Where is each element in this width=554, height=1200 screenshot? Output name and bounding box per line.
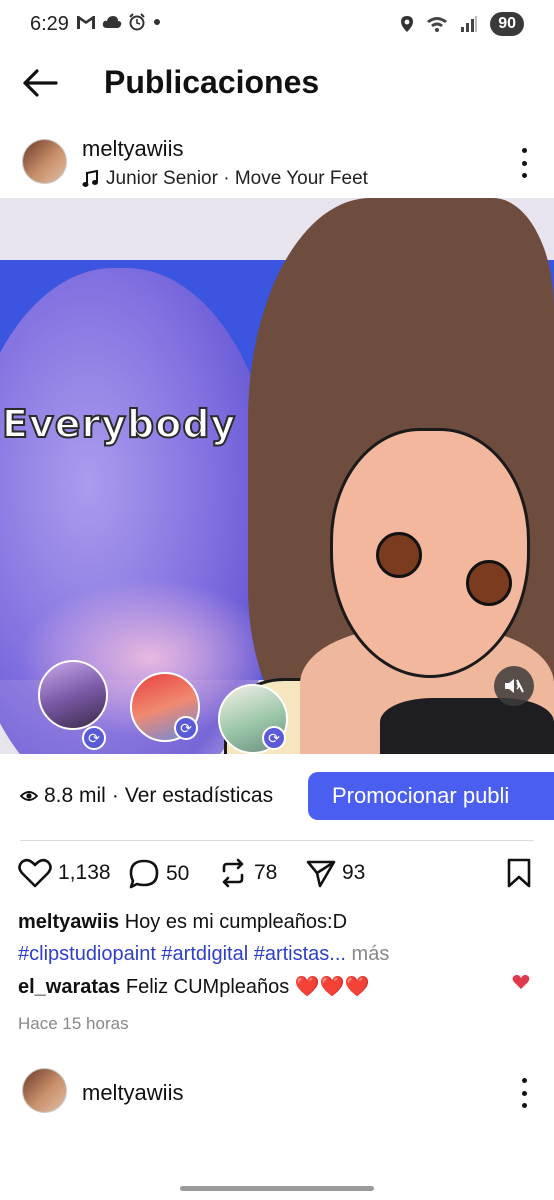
collaborator-avatar[interactable] (38, 660, 108, 730)
caption-text: Hoy es mi cumpleaños:D (124, 911, 348, 933)
comment-text: Feliz CUMpleaños (125, 976, 290, 998)
next-post-avatar[interactable] (22, 1068, 67, 1113)
share-button[interactable]: 93 (306, 858, 365, 888)
alarm-icon (129, 13, 145, 31)
repost-count: 78 (254, 861, 278, 884)
view-count: 8.8 mil (44, 784, 106, 807)
promote-post-button[interactable]: Promocionar publi (308, 772, 554, 820)
arrow-left-icon (23, 69, 58, 97)
post-caption: meltyawiis Hoy es mi cumpleaños:D #clips… (18, 906, 538, 970)
music-note-icon (82, 170, 98, 187)
post-options-button[interactable] (518, 148, 530, 178)
comment-bubble-icon (129, 859, 159, 889)
back-button[interactable] (22, 68, 62, 100)
post-media[interactable]: Everybody ⟳ ⟳ ⟳ (0, 198, 554, 754)
artwork-character-eye (466, 560, 512, 606)
wifi-icon (427, 17, 448, 32)
like-count: 1,138 (58, 861, 111, 884)
bookmark-icon (507, 858, 531, 888)
view-stats[interactable]: 8.8 mil · Ver estadísticas (20, 784, 273, 808)
caption-hashtags[interactable]: #clipstudiopaint #artdigital #artistas..… (18, 943, 346, 965)
top-comment: el_waratas Feliz CUMpleaños ❤️❤️❤️ (18, 974, 538, 999)
repost-button[interactable]: 78 (218, 858, 277, 888)
next-post-options-button[interactable] (518, 1078, 530, 1108)
cloud-icon (102, 16, 122, 28)
post-actions: 1,138 50 78 93 (0, 852, 554, 896)
post-header: meltyawiis Junior Senior · Move Your Fee… (0, 134, 554, 194)
next-post-header: meltyawiis (0, 1066, 554, 1126)
location-icon (401, 16, 414, 32)
like-button[interactable]: 1,138 (18, 858, 111, 888)
author-avatar[interactable] (22, 139, 67, 184)
dot-icon (154, 19, 160, 25)
status-time: 6:29 (30, 13, 69, 35)
mute-button[interactable] (494, 666, 534, 706)
comment-button[interactable]: 50 (128, 858, 189, 890)
view-stats-link[interactable]: Ver estadísticas (125, 784, 273, 808)
author-username[interactable]: meltyawiis (82, 136, 183, 162)
gmail-icon (77, 16, 95, 29)
more-dots-icon (521, 1078, 527, 1083)
artwork-character-eye (376, 532, 422, 578)
repost-badge-icon: ⟳ (82, 726, 106, 750)
status-notification-icons (76, 13, 162, 31)
more-dot (521, 1103, 527, 1108)
repost-badge-icon: ⟳ (262, 726, 286, 750)
status-right-icons: 90 (400, 12, 524, 36)
media-text: Everybody (1, 401, 237, 447)
save-button[interactable] (506, 858, 532, 893)
battery-indicator: 90 (490, 12, 524, 36)
eye-icon (20, 791, 38, 801)
stats-separator: · (111, 784, 119, 807)
heart-filled-icon (512, 974, 530, 989)
music-info[interactable]: Junior Senior · Move Your Feet (82, 168, 368, 190)
next-post-username[interactable]: meltyawiis (82, 1080, 183, 1106)
post-stats-row: 8.8 mil · Ver estadísticas Promocionar p… (0, 772, 554, 822)
comment-count: 50 (166, 862, 190, 885)
music-label: Junior Senior · Move Your Feet (106, 168, 368, 189)
page-title: Publicaciones (104, 64, 320, 100)
more-dot (521, 173, 527, 178)
status-bar: 6:29 90 (0, 0, 554, 52)
share-count: 93 (342, 861, 366, 884)
artwork-character-top (380, 698, 554, 754)
signal-icon (461, 16, 478, 32)
repost-badge-icon: ⟳ (174, 716, 198, 740)
caption-username[interactable]: meltyawiis (18, 911, 119, 933)
speaker-muted-icon (505, 679, 524, 693)
home-indicator[interactable] (180, 1186, 374, 1191)
more-dot (521, 1090, 527, 1096)
heart-icon (18, 858, 52, 888)
repost-icon (222, 858, 244, 888)
comment-username[interactable]: el_waratas (18, 976, 120, 998)
caption-more-link[interactable]: más (352, 943, 390, 965)
divider (20, 840, 534, 841)
comment-like-button[interactable] (512, 974, 530, 995)
post-time: Hace 15 horas (18, 1014, 129, 1033)
artwork-character-face (330, 428, 530, 678)
more-dot (521, 160, 527, 166)
more-dots-icon (521, 148, 527, 153)
comment-hearts: ❤️❤️❤️ (294, 976, 370, 998)
header: Publicaciones (0, 56, 554, 112)
send-icon (306, 860, 336, 888)
